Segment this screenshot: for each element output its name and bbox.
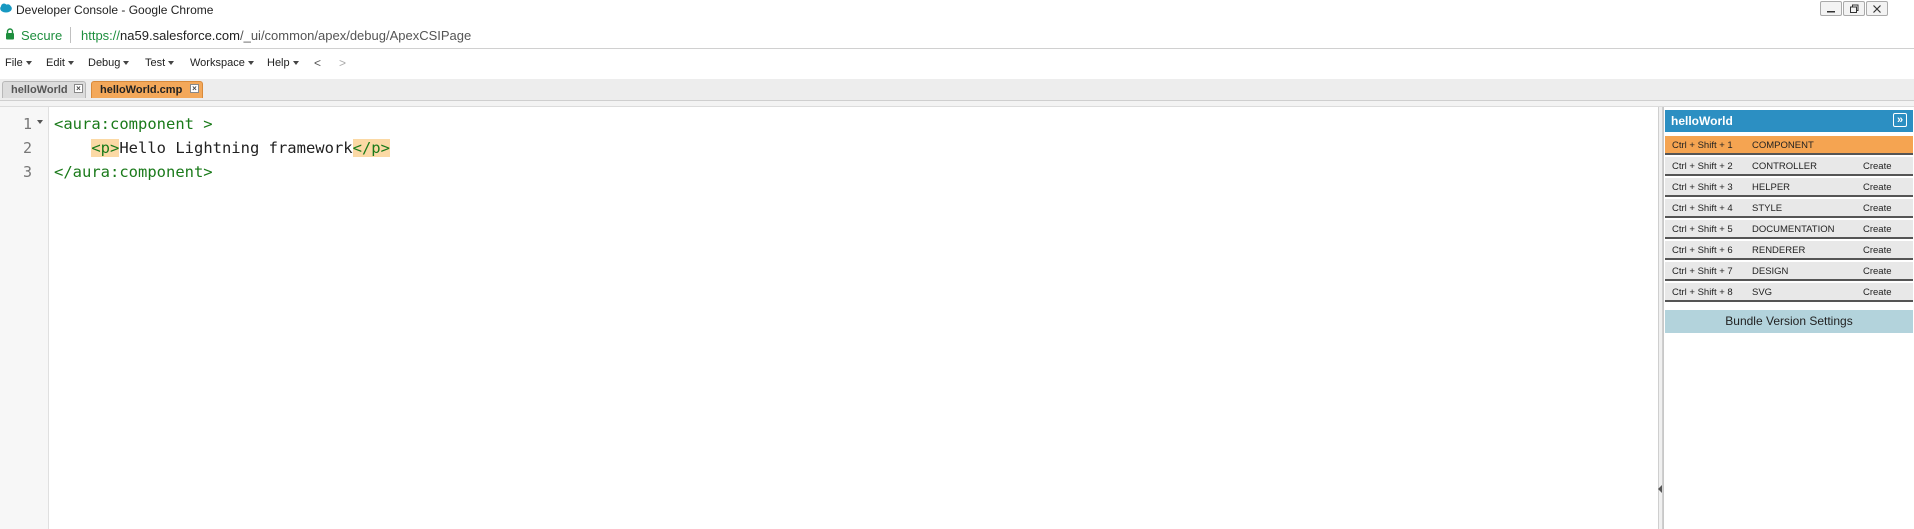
- bundle-create[interactable]: Create: [1863, 224, 1892, 235]
- bundle-row-component[interactable]: Ctrl + Shift + 1 COMPONENT: [1665, 136, 1913, 155]
- minimize-icon: [1827, 11, 1835, 13]
- menu-help-label: Help: [267, 57, 290, 69]
- double-chevron-right-icon[interactable]: »: [1893, 113, 1907, 127]
- menu-edit-label: Edit: [46, 57, 65, 69]
- code-line-3: </aura:component>: [54, 163, 213, 181]
- bundle-row-documentation[interactable]: Ctrl + Shift + 5 DOCUMENTATION Create: [1665, 220, 1913, 239]
- close-tab-icon[interactable]: ×: [74, 84, 83, 93]
- bundle-shortcut: Ctrl + Shift + 1: [1672, 140, 1733, 151]
- bundle-panel: helloWorld » Ctrl + Shift + 1 COMPONENT …: [1663, 107, 1914, 529]
- bundle-name: SVG: [1752, 287, 1773, 298]
- bundle-row-controller[interactable]: Ctrl + Shift + 2 CONTROLLER Create: [1665, 157, 1913, 176]
- tab-helloworld-cmp[interactable]: helloWorld.cmp ×: [91, 81, 203, 98]
- restore-icon: [1850, 4, 1859, 13]
- bundle-name: DOCUMENTATION: [1752, 224, 1835, 235]
- line-number: 2: [22, 139, 32, 157]
- bundle-shortcut: Ctrl + Shift + 4: [1672, 203, 1733, 214]
- bundle-shortcut: Ctrl + Shift + 8: [1672, 287, 1733, 298]
- tab-helloworld[interactable]: helloWorld ×: [2, 81, 86, 98]
- code-tag: <aura:component >: [54, 115, 213, 133]
- editor-tab-strip: helloWorld × helloWorld.cmp ×: [0, 79, 1914, 101]
- back-button[interactable]: <: [314, 56, 321, 70]
- menu-test-label: Test: [145, 57, 166, 69]
- bundle-create[interactable]: Create: [1863, 266, 1892, 277]
- bundle-row-svg[interactable]: Ctrl + Shift + 8 SVG Create: [1665, 283, 1913, 302]
- salesforce-cloud-icon: [0, 3, 12, 13]
- tab-label: helloWorld.cmp: [100, 84, 183, 96]
- collapse-arrow-icon[interactable]: [1658, 485, 1662, 493]
- caret-down-icon: [247, 61, 254, 66]
- close-window-button[interactable]: [1866, 1, 1888, 16]
- menu-workspace[interactable]: Workspace: [190, 57, 254, 69]
- bundle-create[interactable]: Create: [1863, 203, 1892, 214]
- menu-debug-label: Debug: [88, 57, 121, 69]
- bundle-row-design[interactable]: Ctrl + Shift + 7 DESIGN Create: [1665, 262, 1913, 281]
- url-protocol: https://: [81, 28, 121, 43]
- bundle-name: CONTROLLER: [1752, 161, 1817, 172]
- menu-bar: File Edit Debug Test Workspace Help < >: [0, 52, 1914, 74]
- line-number-gutter: 1 2 3: [0, 107, 49, 529]
- forward-button[interactable]: >: [339, 56, 346, 70]
- url-host: na59.salesforce.com: [120, 28, 240, 43]
- code-tag-highlighted: </p>: [352, 139, 390, 157]
- bundle-name: STYLE: [1752, 203, 1783, 214]
- code-line-1: <aura:component >: [54, 115, 213, 133]
- code-text: Hello Lightning framework: [119, 139, 353, 157]
- bundle-shortcut: Ctrl + Shift + 5: [1672, 224, 1733, 235]
- bundle-row-helper[interactable]: Ctrl + Shift + 3 HELPER Create: [1665, 178, 1913, 197]
- line-number: 1: [22, 115, 32, 133]
- menu-workspace-label: Workspace: [190, 57, 245, 69]
- bundle-shortcut: Ctrl + Shift + 6: [1672, 245, 1733, 256]
- menu-file[interactable]: File: [5, 57, 32, 69]
- close-tab-icon[interactable]: ×: [190, 84, 199, 93]
- window-titlebar: Developer Console - Google Chrome: [0, 0, 1914, 20]
- menu-help[interactable]: Help: [267, 57, 299, 69]
- bundle-name: HELPER: [1752, 182, 1791, 193]
- bundle-name: DESIGN: [1752, 266, 1789, 277]
- menu-file-label: File: [5, 57, 23, 69]
- bundle-create[interactable]: Create: [1863, 287, 1892, 298]
- caret-down-icon: [25, 61, 32, 66]
- lock-icon: [6, 28, 14, 40]
- bundle-shortcut: Ctrl + Shift + 2: [1672, 161, 1733, 172]
- bundle-create[interactable]: Create: [1863, 161, 1892, 172]
- line-number: 3: [22, 163, 32, 181]
- bundle-shortcut: Ctrl + Shift + 3: [1672, 182, 1733, 193]
- minimize-button[interactable]: [1820, 1, 1842, 16]
- menu-edit[interactable]: Edit: [46, 57, 74, 69]
- code-line-2: <p>Hello Lightning framework</p>: [54, 139, 390, 157]
- url-text[interactable]: https://na59.salesforce.com/_ui/common/a…: [81, 28, 471, 43]
- bundle-panel-title: helloWorld: [1671, 114, 1733, 128]
- address-bar[interactable]: Secure https://na59.salesforce.com/_ui/c…: [0, 21, 1914, 49]
- code-tag-highlighted: <p>: [91, 139, 120, 157]
- bundle-panel-header: helloWorld »: [1665, 110, 1913, 132]
- close-icon: [1873, 5, 1881, 13]
- secure-label: Secure: [21, 28, 63, 43]
- bundle-shortcut: Ctrl + Shift + 7: [1672, 266, 1733, 277]
- caret-down-icon: [123, 61, 130, 66]
- caret-down-icon: [67, 61, 74, 66]
- bundle-row-renderer[interactable]: Ctrl + Shift + 6 RENDERER Create: [1665, 241, 1913, 260]
- menu-debug[interactable]: Debug: [88, 57, 130, 69]
- address-separator: [70, 27, 71, 43]
- bundle-create[interactable]: Create: [1863, 182, 1892, 193]
- bundle-name: COMPONENT: [1752, 140, 1814, 151]
- caret-down-icon: [292, 61, 299, 66]
- bundle-version-settings-button[interactable]: Bundle Version Settings: [1665, 310, 1913, 333]
- bundle-create[interactable]: Create: [1863, 245, 1892, 256]
- code-tag: </aura:component>: [54, 163, 213, 181]
- tab-label: helloWorld: [11, 84, 68, 96]
- bundle-name: RENDERER: [1752, 245, 1806, 256]
- fold-arrow-icon[interactable]: [37, 120, 43, 124]
- window-title: Developer Console - Google Chrome: [16, 3, 214, 17]
- menu-test[interactable]: Test: [145, 57, 175, 69]
- url-path: /_ui/common/apex/debug/ApexCSIPage: [239, 28, 472, 43]
- caret-down-icon: [168, 61, 175, 66]
- bundle-row-style[interactable]: Ctrl + Shift + 4 STYLE Create: [1665, 199, 1913, 218]
- code-editor[interactable]: 1 2 3 <aura:component > <p>Hello Lightni…: [0, 107, 1658, 529]
- restore-button[interactable]: [1843, 1, 1865, 16]
